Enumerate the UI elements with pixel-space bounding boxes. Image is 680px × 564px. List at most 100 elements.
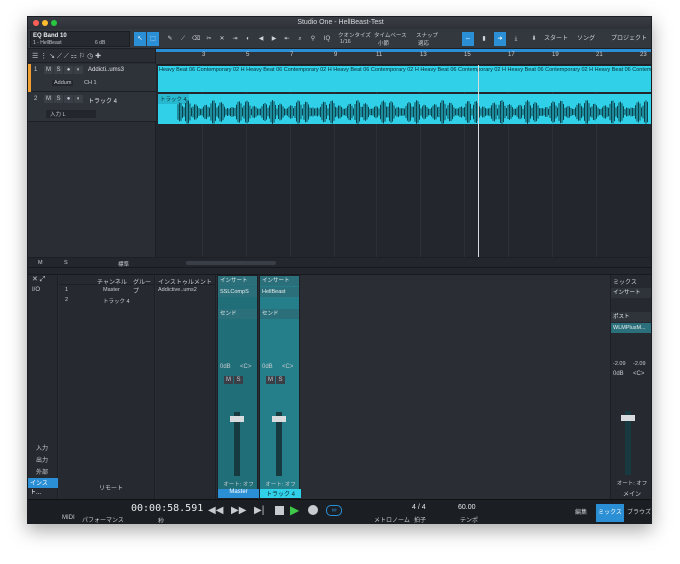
monitor-button[interactable]: ◐ (74, 95, 83, 103)
split-button[interactable]: ⤓ (510, 32, 522, 46)
mixer-nav-icons[interactable]: ✕ ⤢ (28, 275, 57, 285)
fast-forward-icon[interactable]: ▶▶ (231, 505, 246, 516)
solo-button[interactable]: S (234, 376, 243, 384)
metronome-label[interactable]: メトロノーム (374, 515, 410, 523)
automation-mode[interactable]: オート: オフ (260, 480, 301, 488)
eraser-tool-icon[interactable]: ⌫ (190, 32, 202, 46)
fader-handle[interactable] (230, 416, 244, 422)
instrument-button[interactable]: インスト... (28, 478, 58, 496)
send-slot[interactable]: センド (260, 309, 299, 319)
track-name[interactable]: トラック 4 (88, 96, 117, 105)
tempo-value[interactable]: 60.00 (458, 504, 476, 511)
panel-divider[interactable] (28, 267, 651, 275)
strip-name[interactable]: メイン (611, 489, 651, 498)
time-signature[interactable]: 4 / 4 (412, 504, 426, 511)
solo-button[interactable]: S (276, 376, 285, 384)
volume-readout[interactable]: 0dB (262, 364, 273, 370)
mute-tool-icon[interactable]: ✕ (216, 32, 228, 46)
marker-button[interactable]: ▮ (478, 32, 490, 46)
iq-label[interactable]: IQ (321, 32, 333, 46)
track-input[interactable]: Addum (52, 80, 74, 86)
volume-readout[interactable]: 0dB (613, 371, 624, 377)
instrument-item[interactable]: Addictive..ums2 (156, 285, 215, 295)
record-button[interactable]: ● (64, 95, 73, 103)
timeline-ruler[interactable]: 3 5 7 9 11 13 15 17 19 21 23 (156, 49, 651, 65)
bend-tool-icon[interactable]: ⇥ (229, 32, 241, 46)
footer-s[interactable]: S (64, 260, 68, 266)
channel-row-1[interactable]: 1 Master (59, 287, 155, 296)
strip-name[interactable]: Master (218, 489, 259, 498)
pan-readout[interactable]: <C> (633, 371, 644, 377)
song-info-panel[interactable]: EQ Band 10 1 - HellBeast 6 dB (30, 31, 130, 47)
zoom-tool-icon[interactable]: ⌕ (294, 32, 306, 46)
track-row-2[interactable]: 2 M S ● ◐ トラック 4 入力 L (28, 92, 156, 122)
midi-clip-track-1[interactable]: Heavy Beat 06 Contemporary 02 H Heavy Be… (158, 66, 651, 92)
speaker-tool-icon[interactable]: ◀ (255, 32, 267, 46)
insert-slot[interactable]: インサート (611, 288, 651, 298)
pan-readout[interactable]: <C> (282, 364, 293, 370)
pencil-tool-icon[interactable]: ✎ (164, 32, 176, 46)
main-strip[interactable]: ミックス インサート ポスト WLMPlusM... -2.09 -2.09 0… (610, 275, 651, 499)
mix-tab[interactable]: ミックス (596, 504, 624, 522)
insert-slot[interactable]: インサート (218, 276, 257, 286)
footer-m[interactable]: M (38, 260, 43, 266)
external-button[interactable]: 外部 (28, 467, 58, 476)
channel-strip-master[interactable]: インサート SSLCompS センド 0dB <C> MS オート: オフ Ma… (217, 275, 259, 499)
monitor-button[interactable]: ◐ (74, 66, 83, 74)
brush-tool-icon[interactable]: ⟋ (177, 32, 189, 46)
record-button[interactable]: ● (64, 66, 73, 74)
fader-handle[interactable] (621, 415, 635, 421)
play-icon[interactable]: ▶ (290, 503, 299, 517)
download-icon[interactable]: ⬇ (526, 32, 542, 46)
song-tab[interactable]: ソング (575, 32, 597, 46)
close-window-button[interactable] (33, 20, 39, 26)
quantize-value[interactable]: 1/16 (340, 39, 351, 45)
insert-plugin[interactable]: SSLCompS (218, 287, 257, 297)
autoscroll-icon[interactable]: ⚲ (307, 32, 319, 46)
solo-button[interactable]: S (54, 66, 63, 74)
input-button[interactable]: 入力 (28, 443, 58, 452)
track-input[interactable]: 入力 L (46, 110, 96, 118)
record-icon[interactable] (308, 505, 318, 515)
channel-strip-track4[interactable]: インサート HellBeast センド 0dB <C> MS オート: オフ ト… (259, 275, 301, 499)
volume-readout[interactable]: 0dB (220, 364, 231, 370)
audio-clip-track-2[interactable]: トラック 4 (158, 94, 651, 124)
scroll-thumb[interactable] (186, 261, 276, 265)
go-to-end-icon[interactable]: ▶| (254, 505, 264, 516)
io-button[interactable]: I/O (28, 285, 57, 295)
pan-readout[interactable]: <C> (240, 364, 251, 370)
arrow-tool-button[interactable]: ↖ (134, 32, 146, 46)
play-tool-icon[interactable]: ▶ (268, 32, 280, 46)
project-tab[interactable]: プロジェクト (610, 32, 648, 46)
mute-button[interactable]: M (44, 66, 53, 74)
listen-tool-icon[interactable]: ◐ (242, 32, 254, 46)
time-display[interactable]: 00:00:58.591 (131, 503, 203, 514)
mute-button[interactable]: M (224, 376, 233, 384)
timebase-value[interactable]: 小節 (378, 39, 389, 47)
step-tool-icon[interactable]: ⇤ (281, 32, 293, 46)
minimize-window-button[interactable] (42, 20, 48, 26)
snap-value[interactable]: 適応 (418, 39, 429, 47)
follow-button[interactable]: ➜ (494, 32, 506, 46)
fader-handle[interactable] (272, 416, 286, 422)
insert-slot[interactable]: インサート (260, 276, 299, 286)
channel-tab[interactable]: チャンネル (97, 277, 127, 286)
loop-range-bar[interactable] (156, 49, 651, 52)
mute-button[interactable]: M (44, 95, 53, 103)
insert-plugin[interactable]: HellBeast (260, 287, 299, 297)
post-slot[interactable]: ポスト (611, 312, 651, 322)
quantize-group[interactable]: クオンタイズ 1/16 タイムベース 小節 スナップ 適応 (338, 31, 448, 47)
automation-mode[interactable]: オート: オフ (218, 480, 259, 488)
track-channel[interactable]: CH 1 (84, 80, 97, 86)
loop-icon[interactable]: ∞ (326, 505, 342, 516)
post-plugin[interactable]: WLMPlusM... (611, 323, 651, 333)
automation-mode[interactable]: オート: オフ (611, 479, 651, 487)
stop-icon[interactable] (275, 506, 284, 515)
start-tab[interactable]: スタート (544, 32, 568, 46)
strip-name[interactable]: トラック 4 (260, 489, 301, 498)
zoom-window-button[interactable] (51, 20, 57, 26)
range-tool-button[interactable]: ⬚ (147, 32, 159, 46)
output-button[interactable]: 出力 (28, 455, 58, 464)
send-slot[interactable]: センド (218, 309, 257, 319)
rewind-to-start-icon[interactable]: ◀◀ (208, 505, 223, 516)
